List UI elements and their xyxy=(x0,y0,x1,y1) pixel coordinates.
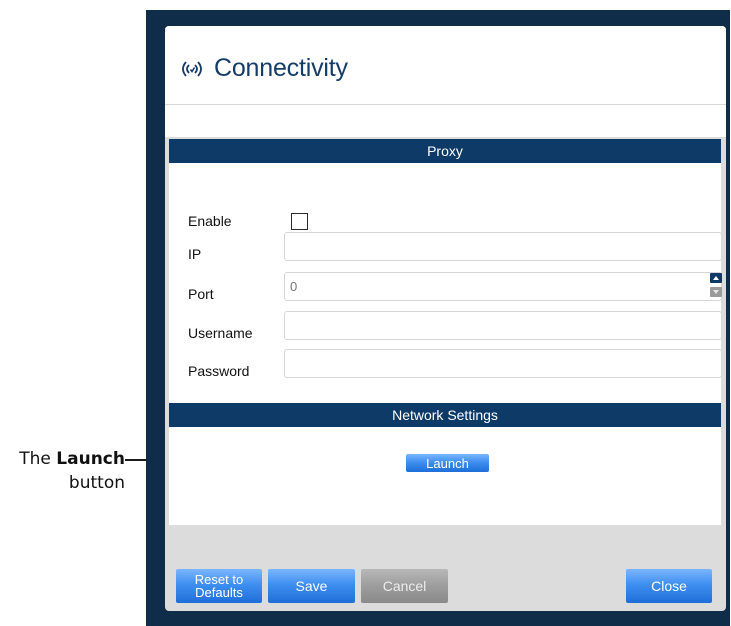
dialog-title: Connectivity xyxy=(214,54,348,82)
callout-bold: Launch xyxy=(56,449,125,469)
reset-label-line2: Defaults xyxy=(195,585,243,600)
port-stepper xyxy=(710,272,722,298)
close-button[interactable]: Close xyxy=(626,569,712,603)
password-label: Password xyxy=(188,363,250,379)
ip-row: IP xyxy=(188,232,722,262)
chevron-down-icon xyxy=(713,290,719,294)
username-label: Username xyxy=(188,325,253,341)
password-input[interactable] xyxy=(284,349,722,378)
dialog-header: Connectivity xyxy=(165,26,726,105)
username-input[interactable] xyxy=(284,311,722,340)
wireless-signal-icon xyxy=(178,59,206,79)
enable-label: Enable xyxy=(188,213,232,229)
ip-input[interactable] xyxy=(284,232,722,261)
proxy-section-header: Proxy xyxy=(169,139,721,163)
proxy-section-body: Enable IP Port U xyxy=(169,163,722,403)
port-row: Port xyxy=(188,272,722,302)
callout-label: The Launch button xyxy=(0,447,125,495)
port-input[interactable] xyxy=(284,272,722,301)
password-row: Password xyxy=(188,349,722,379)
port-label: Port xyxy=(188,286,214,302)
proxy-section-title: Proxy xyxy=(427,143,463,159)
port-decrement-button[interactable] xyxy=(710,287,722,297)
callout-suffix: button xyxy=(68,473,125,493)
enable-row: Enable xyxy=(188,212,707,230)
connectivity-dialog: Connectivity Proxy Enable IP Port 0 User… xyxy=(165,26,726,611)
chevron-up-icon xyxy=(713,276,719,280)
dialog-title-group: Connectivity xyxy=(178,54,348,83)
save-button[interactable]: Save xyxy=(268,569,355,603)
launch-button[interactable]: Launch xyxy=(406,454,489,472)
network-section-header: Network Settings xyxy=(169,403,721,427)
header-spacer xyxy=(165,105,726,137)
network-section-body: Launch xyxy=(169,427,721,525)
ip-label: IP xyxy=(188,246,202,262)
network-section-title: Network Settings xyxy=(392,407,498,423)
cancel-button[interactable]: Cancel xyxy=(361,569,448,603)
callout-prefix: The xyxy=(19,449,57,469)
screenshot-canvas: The Launch button Connectivity Proxy Ena… xyxy=(0,0,731,626)
username-row: Username xyxy=(188,311,722,341)
enable-checkbox[interactable] xyxy=(291,212,308,230)
port-increment-button[interactable] xyxy=(710,273,722,283)
reset-to-defaults-button[interactable]: Reset to Defaults xyxy=(176,569,262,603)
